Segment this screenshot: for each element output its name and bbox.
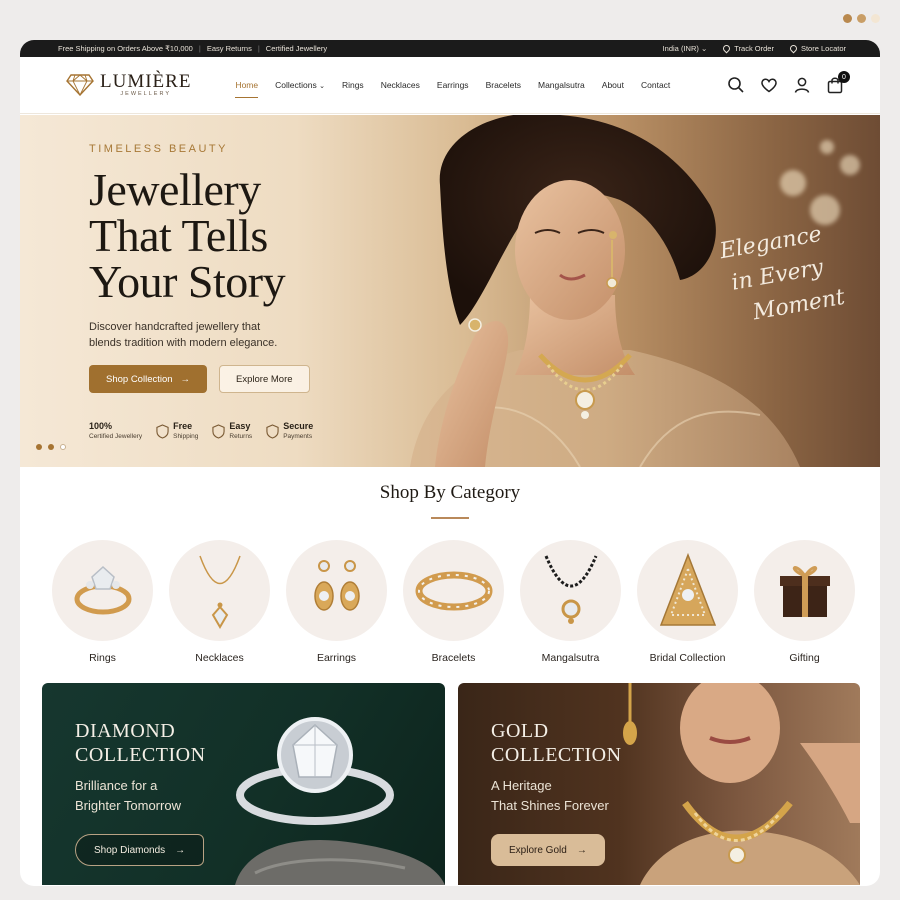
returns-shield-icon	[212, 423, 226, 439]
mangalsutra-icon	[544, 554, 597, 624]
certified-text: Certified Jewellery	[265, 44, 328, 53]
browser-frame: Free Shipping on Orders Above ₹10,000 | …	[20, 40, 880, 886]
category-label: Gifting	[789, 652, 820, 664]
gold-collection-card: GOLD COLLECTION A Heritage That Shines F…	[458, 683, 860, 885]
diamond-card-title: DIAMOND COLLECTION	[75, 720, 206, 766]
arrow-right-icon: →	[175, 844, 186, 856]
category-list: Rings Necklaces Earrings Bracelets Manga…	[52, 540, 855, 664]
slide-dot[interactable]	[48, 444, 54, 450]
dot	[843, 14, 852, 23]
nav-menu: Home Collections ⌄ Rings Necklaces Earri…	[235, 72, 670, 98]
free-shipping-text: Free Shipping on Orders Above ₹10,000	[58, 44, 193, 53]
hero-features: 100% Certified Jewellery Free Shipping Eas…	[89, 421, 313, 441]
earrings-icon	[313, 559, 360, 611]
nav-item-earrings[interactable]: Earrings	[437, 72, 469, 98]
bracelet-icon	[415, 571, 492, 610]
nav-item-mangalsutra[interactable]: Mangalsutra	[538, 72, 585, 98]
feature-shipping: Free Shipping	[156, 421, 198, 441]
category-section-title: Shop By Category	[379, 482, 521, 503]
category-label: Mangalsutra	[541, 652, 600, 664]
announcement-bar: Free Shipping on Orders Above ₹10,000 | …	[20, 40, 880, 57]
brand-subtitle: JEWELLERY	[120, 91, 172, 97]
slide-dot[interactable]	[36, 444, 42, 450]
shop-diamonds-button[interactable]: Shop Diamonds →	[75, 834, 205, 866]
hero-description: Discover handcrafted jewellery that blen…	[89, 321, 278, 349]
hero-title: Jewellery That Tells Your Story	[89, 164, 286, 307]
category-label: Necklaces	[195, 652, 244, 664]
dot	[857, 14, 866, 23]
title-underline	[431, 517, 469, 519]
logo[interactable]: LUMIÈRE JEWELLERY	[66, 71, 192, 97]
shop-collection-button[interactable]: Shop Collection →	[89, 365, 208, 393]
main-navbar: LUMIÈRE JEWELLERY Home Collections ⌄ Rin…	[20, 57, 880, 114]
necklace-icon	[198, 555, 241, 629]
hero-eyebrow: TIMELESS BEAUTY	[89, 143, 228, 155]
feature-secure: Secure Payments	[266, 421, 313, 441]
easy-returns-text: Easy Returns	[206, 44, 252, 53]
category-gifting[interactable]: Gifting	[754, 540, 855, 664]
category-mangalsutra[interactable]: Mangalsutra	[520, 540, 621, 664]
secure-shield-icon	[266, 423, 279, 439]
category-bracelets[interactable]: Bracelets	[403, 540, 504, 664]
hero-copy: TIMELESS BEAUTY Jewellery That Tells You…	[89, 143, 313, 441]
category-label: Bracelets	[431, 652, 476, 664]
hero-slide-pager	[36, 444, 66, 450]
gold-card-subtitle: A Heritage That Shines Forever	[491, 778, 609, 813]
truck-shield-icon	[156, 423, 169, 439]
region-selector[interactable]: India (INR) ⌄	[663, 44, 708, 53]
cart-button[interactable]: 0	[826, 71, 850, 94]
location-pin-icon	[788, 43, 799, 54]
location-pin-icon	[721, 43, 732, 54]
gold-card-title: GOLD COLLECTION	[491, 720, 622, 766]
category-label: Rings	[89, 652, 116, 664]
feature-returns: Easy Returns	[212, 421, 252, 441]
diamond-card-subtitle: Brilliance for a Brighter Tomorrow	[75, 778, 181, 813]
diamond-ring-image	[235, 717, 445, 885]
nav-item-bracelets[interactable]: Bracelets	[486, 72, 521, 98]
chevron-down-icon: ⌄	[319, 83, 325, 90]
nav-item-necklaces[interactable]: Necklaces	[381, 72, 420, 98]
heart-icon[interactable]	[760, 76, 778, 94]
cart-count-badge: 0	[838, 71, 850, 83]
slide-dot[interactable]	[60, 444, 66, 450]
gold-model-image	[623, 683, 860, 885]
nav-item-collections[interactable]: Collections ⌄	[275, 72, 325, 98]
category-earrings[interactable]: Earrings	[286, 540, 387, 664]
explore-more-button[interactable]: Explore More	[219, 365, 310, 393]
nav-item-contact[interactable]: Contact	[641, 72, 670, 98]
bridal-set-icon	[659, 552, 716, 626]
arrow-right-icon: →	[576, 844, 587, 856]
category-necklaces[interactable]: Necklaces	[169, 540, 270, 664]
dot	[871, 14, 880, 23]
hero-banner: TIMELESS BEAUTY Jewellery That Tells You…	[20, 115, 880, 467]
search-icon[interactable]	[727, 76, 745, 94]
hero-script-text: Elegance in Every Moment	[718, 221, 848, 326]
store-locator-link[interactable]: Store Locator	[788, 43, 846, 54]
diamond-logo-icon	[66, 74, 94, 96]
nav-item-home[interactable]: Home	[235, 72, 258, 98]
category-label: Earrings	[316, 652, 357, 664]
track-order-link[interactable]: Track Order	[721, 43, 774, 54]
category-bridal-collection[interactable]: Bridal Collection	[637, 540, 738, 664]
nav-item-rings[interactable]: Rings	[342, 72, 364, 98]
arrow-right-icon: →	[180, 373, 191, 385]
feature-certified: 100% Certified Jewellery	[89, 421, 143, 440]
gift-box-icon	[779, 565, 830, 617]
category-rings[interactable]: Rings	[52, 540, 153, 664]
nav-item-about[interactable]: About	[602, 72, 624, 98]
brand-name: LUMIÈRE	[100, 71, 192, 92]
user-icon[interactable]	[793, 76, 811, 94]
explore-gold-button[interactable]: Explore Gold →	[491, 834, 605, 866]
category-label: Bridal Collection	[649, 652, 726, 664]
ring-icon	[74, 565, 131, 614]
window-dots	[843, 14, 880, 23]
diamond-collection-card: DIAMOND COLLECTION Brilliance for a Brig…	[42, 683, 445, 885]
